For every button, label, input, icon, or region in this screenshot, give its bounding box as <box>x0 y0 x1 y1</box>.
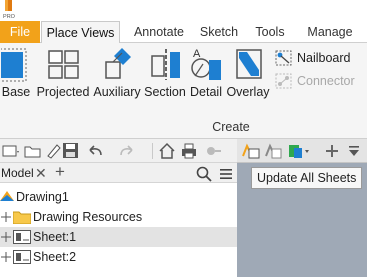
model-browser: Model ✕ + Drawing1 Drawing Resources She… <box>0 162 237 277</box>
connector-icon <box>275 73 292 89</box>
ribbon-panel: Base Projected Auxiliary Section A Detai… <box>0 43 367 139</box>
base-view-icon <box>1 48 27 82</box>
folder-icon <box>13 211 31 224</box>
close-icon[interactable]: ✕ <box>35 163 47 183</box>
auxiliary-view-label: Auxiliary <box>93 85 141 99</box>
tab-tools[interactable]: Tools <box>250 21 290 43</box>
add-icon[interactable] <box>325 144 339 158</box>
sheet-icon <box>13 230 31 244</box>
tab-place-views[interactable]: Place Views <box>41 21 120 44</box>
tab-sketch[interactable]: Sketch <box>196 21 242 43</box>
update-all-sheets-icon[interactable] <box>241 142 261 160</box>
save-icon[interactable] <box>62 142 80 160</box>
base-view-label: Base <box>1 85 31 99</box>
sheet-color-icon[interactable] <box>287 142 311 160</box>
section-view-icon <box>151 49 180 80</box>
projected-view-button[interactable]: Projected <box>36 46 90 106</box>
inventor-window: PRO File Place Views Annotate Sketch Too… <box>0 0 367 277</box>
projected-view-label: Projected <box>36 85 90 99</box>
projected-view-icon <box>48 50 79 79</box>
detail-view-button[interactable]: A Detail <box>188 46 224 106</box>
detail-view-icon: A <box>191 48 221 80</box>
tab-model[interactable]: Model <box>0 163 34 183</box>
nailboard-label: Nailboard <box>297 51 351 65</box>
expand-icon[interactable] <box>1 252 11 262</box>
sheet-icon <box>13 250 31 264</box>
logo-text: PRO <box>3 14 16 20</box>
tree-item-drawing-resources[interactable]: Drawing Resources <box>0 207 237 227</box>
tooltip-update-all-sheets: Update All Sheets <box>251 167 363 189</box>
home-icon[interactable] <box>158 142 176 160</box>
auxiliary-view-icon <box>105 48 131 79</box>
tree-item-label: Sheet:1 <box>33 230 77 244</box>
tab-manage[interactable]: Manage <box>300 21 360 43</box>
title-strip: PRO <box>0 0 367 21</box>
search-icon[interactable] <box>196 166 212 182</box>
new-file-icon[interactable] <box>2 142 20 160</box>
auxiliary-view-button[interactable]: Auxiliary <box>92 46 142 106</box>
create-group-label: Create <box>212 120 250 134</box>
tree-item-drawing1[interactable]: Drawing1 <box>0 187 237 207</box>
nailboard-icon <box>275 50 292 66</box>
hamburger-menu-icon[interactable] <box>218 166 234 182</box>
undo-icon[interactable] <box>86 142 104 160</box>
section-view-button[interactable]: Section <box>143 46 187 106</box>
tree-item-label: Drawing1 <box>16 190 69 204</box>
browser-header: Model ✕ + <box>0 162 237 183</box>
tab-annotate[interactable]: Annotate <box>126 21 192 43</box>
print-icon[interactable] <box>180 142 198 160</box>
connector-label: Connector <box>297 74 355 88</box>
material-icon[interactable] <box>204 142 222 160</box>
pencil-icon[interactable] <box>45 142 63 160</box>
toolbar-separator <box>152 143 153 159</box>
overlay-view-icon <box>236 49 262 79</box>
svg-text:A: A <box>193 48 201 60</box>
tree-item-sheet-1[interactable]: Sheet:1 <box>0 227 237 247</box>
detail-view-label: Detail <box>190 85 222 99</box>
overflow-chevron-icon[interactable] <box>347 144 361 158</box>
add-tab-icon[interactable]: + <box>55 162 65 182</box>
tree-item-sheet-2[interactable]: Sheet:2 <box>0 247 237 267</box>
quick-access-toolbar <box>0 139 237 163</box>
redo-icon[interactable] <box>118 142 136 160</box>
expand-icon[interactable] <box>1 232 11 242</box>
tree-item-label: Drawing Resources <box>33 210 143 224</box>
base-view-button[interactable]: Base <box>0 46 32 106</box>
section-view-label: Section <box>144 85 186 99</box>
tree-item-label: Sheet:2 <box>33 250 77 264</box>
expand-icon[interactable] <box>1 212 11 222</box>
canvas-toolbar <box>237 139 367 163</box>
update-sheet-icon[interactable] <box>264 142 282 160</box>
app-logo-icon[interactable]: PRO <box>2 0 16 20</box>
drawing-icon <box>0 191 14 201</box>
ribbon-tabbar: File Place Views Annotate Sketch Tools M… <box>0 21 367 44</box>
overlay-view-label: Overlay <box>226 85 270 99</box>
overlay-view-button[interactable]: Overlay <box>226 46 270 106</box>
open-folder-icon[interactable] <box>24 142 42 160</box>
tab-file[interactable]: File <box>0 21 40 43</box>
